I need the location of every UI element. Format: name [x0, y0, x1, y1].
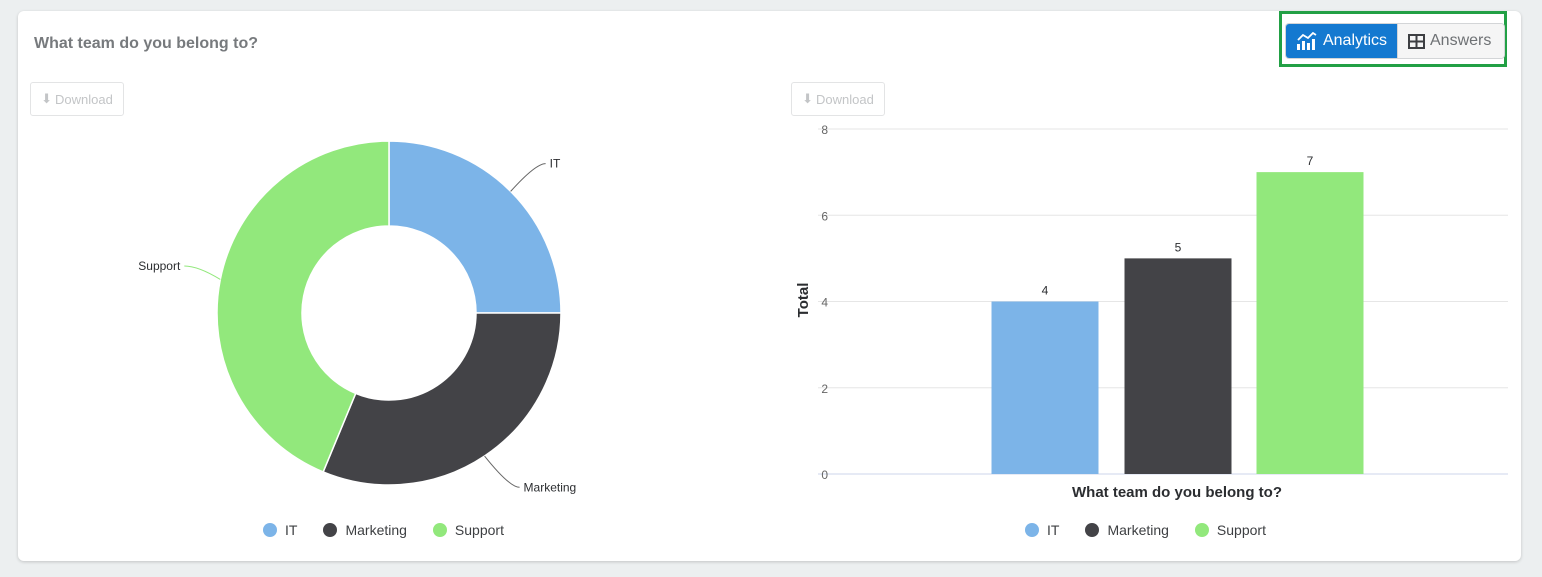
- bar-it[interactable]: [991, 301, 1099, 475]
- legend-label: Support: [1216, 522, 1266, 538]
- legend-dot-marketing: [1085, 523, 1100, 537]
- bar-data-label-it: 4: [1042, 284, 1049, 298]
- bar-support[interactable]: [1256, 172, 1364, 474]
- legend-dot-it: [263, 523, 277, 537]
- legend-item-marketing[interactable]: Marketing: [1085, 522, 1169, 538]
- legend-item-it[interactable]: IT: [1025, 522, 1059, 538]
- y-axis-title: Total: [795, 283, 812, 318]
- bar-data-label-marketing: 5: [1175, 240, 1182, 254]
- bar-legend: IT Marketing Support: [1025, 522, 1266, 538]
- legend-label: Marketing: [345, 522, 407, 538]
- y-tick-label: 6: [821, 209, 828, 223]
- legend-dot-support: [432, 523, 447, 537]
- legend-label: Support: [454, 522, 504, 538]
- y-tick-label: 4: [821, 296, 828, 310]
- y-tick-label: 0: [821, 468, 828, 482]
- donut-legend: IT Marketing Support: [263, 522, 504, 538]
- legend-item-support[interactable]: Support: [432, 522, 504, 538]
- legend-dot-it: [1025, 523, 1039, 537]
- bar-marketing[interactable]: [1124, 258, 1232, 474]
- legend-label: IT: [1047, 522, 1060, 538]
- legend-dot-marketing: [323, 523, 338, 537]
- y-tick-label: 2: [821, 382, 828, 396]
- bar-chart: 0 2 4 6 8 4 5 7 Total What team do you belong …: [795, 123, 1508, 501]
- y-tick-label: 8: [821, 123, 828, 137]
- legend-label: Marketing: [1107, 522, 1169, 538]
- x-axis-title: What team do you belong to?: [1072, 484, 1282, 501]
- legend-dot-support: [1194, 523, 1209, 537]
- legend-item-it[interactable]: IT: [263, 522, 297, 538]
- bar-data-label-support: 7: [1307, 154, 1314, 168]
- legend-item-support[interactable]: Support: [1194, 522, 1266, 538]
- legend-label: IT: [285, 522, 298, 538]
- legend-item-marketing[interactable]: Marketing: [323, 522, 407, 538]
